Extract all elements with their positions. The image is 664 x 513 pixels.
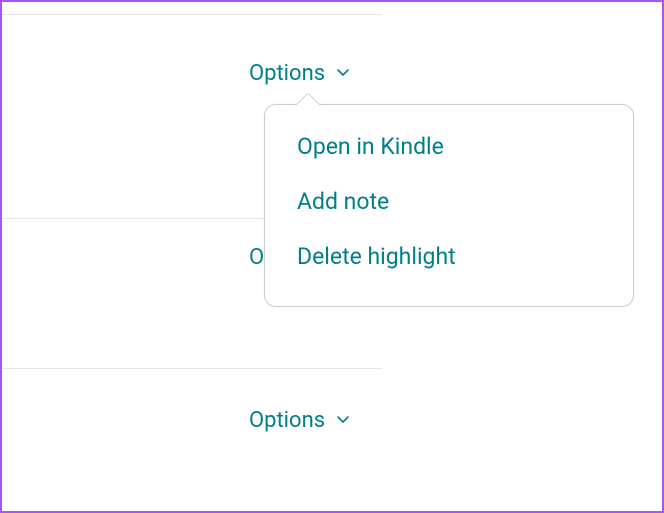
options-label: Options xyxy=(249,408,325,433)
dropdown-pointer xyxy=(295,92,320,117)
options-dropdown: Open in Kindle Add note Delete highlight xyxy=(264,104,634,307)
chevron-down-icon xyxy=(335,408,351,433)
options-trigger[interactable]: Options xyxy=(249,408,351,433)
options-label: Options xyxy=(249,61,325,86)
obscured-text: O xyxy=(249,245,264,270)
divider xyxy=(2,14,382,15)
divider xyxy=(2,368,382,369)
chevron-down-icon xyxy=(335,61,351,86)
menu-item-open-in-kindle[interactable]: Open in Kindle xyxy=(265,119,633,174)
menu-item-add-note[interactable]: Add note xyxy=(265,174,633,229)
options-trigger[interactable]: Options xyxy=(249,61,351,86)
menu-item-delete-highlight[interactable]: Delete highlight xyxy=(265,229,633,284)
